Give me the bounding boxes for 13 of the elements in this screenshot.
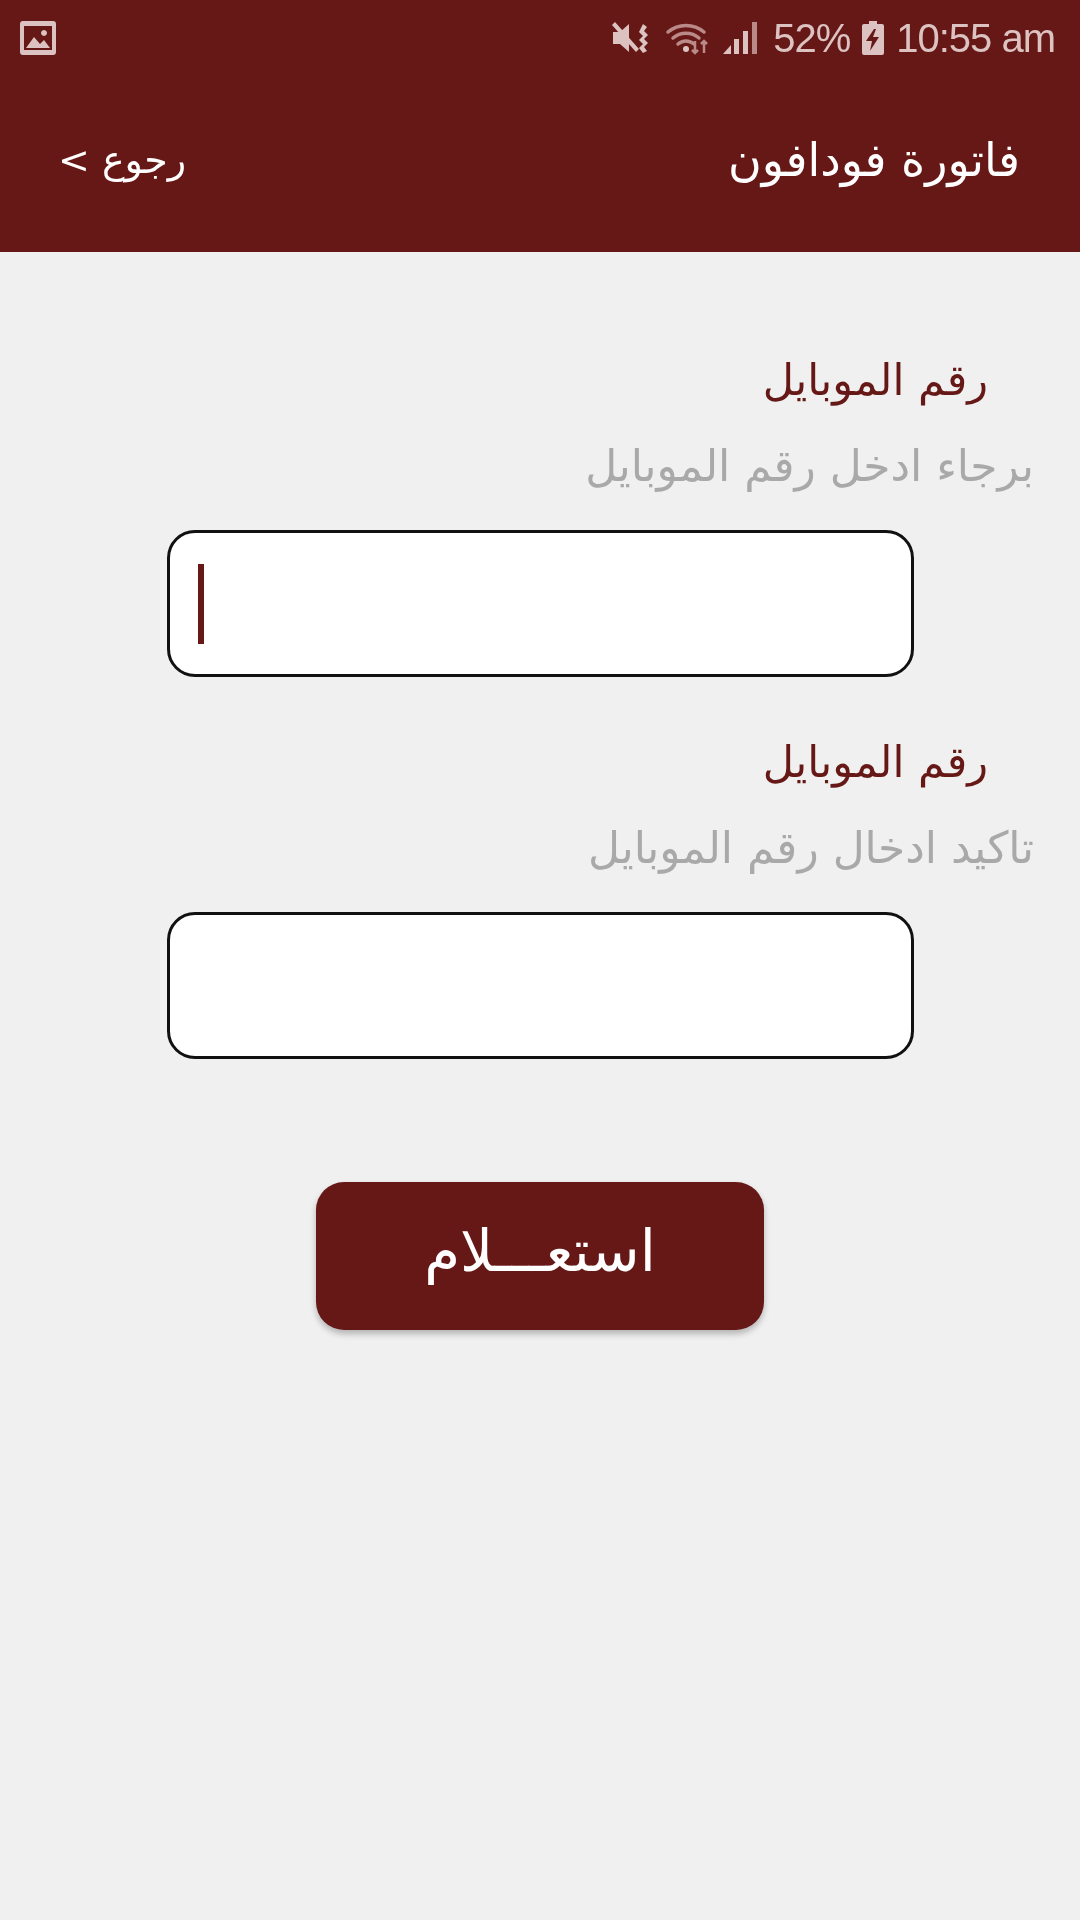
phone-input-field[interactable] xyxy=(166,912,914,1059)
image-icon xyxy=(20,20,56,55)
field-label: رقم الموبايل xyxy=(762,736,988,790)
helper-text: برجاء ادخل رقم الموبايل xyxy=(585,439,1034,494)
battery-percent: 52% xyxy=(773,14,851,61)
helper-text: تاكيد ادخال رقم الموبايل xyxy=(588,821,1034,876)
field-label: رقم الموبايل xyxy=(762,354,988,408)
battery-charging-icon xyxy=(862,20,885,55)
inquiry-button[interactable]: استعـــلام xyxy=(316,1182,764,1330)
status-time: 10:55 am xyxy=(896,14,1055,61)
back-button[interactable]: رجوع > xyxy=(58,134,187,185)
phone-input-field[interactable] xyxy=(166,530,914,677)
page-title: فاتورة فودافون xyxy=(727,131,1020,188)
